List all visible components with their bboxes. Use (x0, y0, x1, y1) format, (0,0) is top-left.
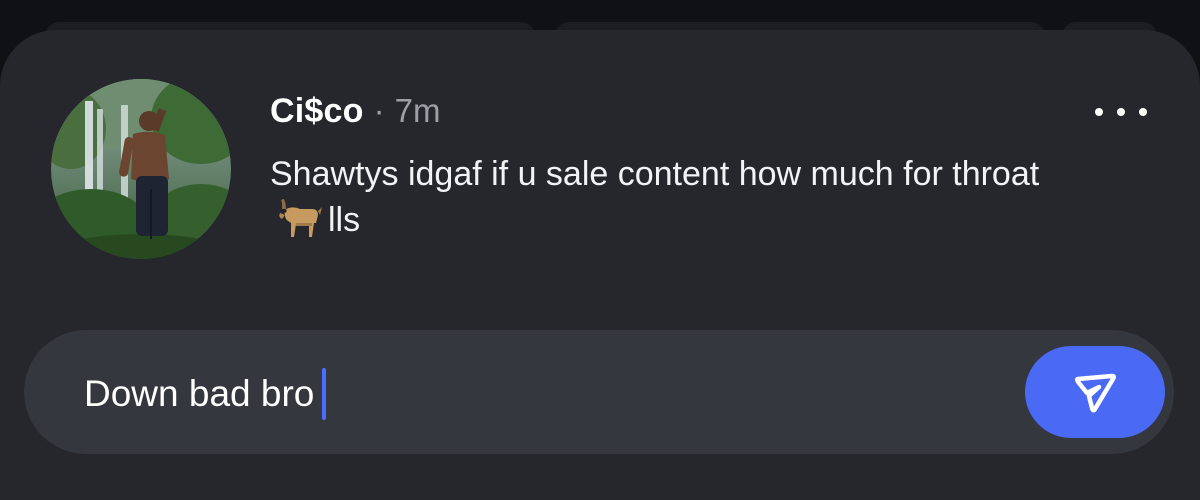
avatar[interactable] (51, 79, 231, 259)
author-name[interactable]: Ci$co (270, 92, 364, 131)
comment-header: Ci$co · 7m (270, 92, 440, 131)
reply-input[interactable]: Down bad bro (84, 368, 326, 420)
more-options-button[interactable] (1095, 100, 1147, 124)
more-horizontal-icon (1095, 108, 1103, 116)
separator-dot: · (374, 92, 385, 130)
reply-input-value: Down bad bro (84, 371, 314, 417)
timestamp: 7m (395, 92, 441, 130)
more-horizontal-icon (1117, 108, 1125, 116)
comment-text-part: Shawtys idgaf if u sale content how much… (270, 155, 1039, 193)
send-icon (1073, 370, 1117, 414)
more-horizontal-icon (1139, 108, 1147, 116)
comment-text: Shawtys idgaf if u sale content how much… (270, 152, 1070, 251)
comment-text-part: lls (328, 201, 360, 239)
text-caret (322, 368, 326, 420)
reply-composer[interactable]: Down bad bro (24, 330, 1174, 454)
send-button[interactable] (1025, 346, 1165, 438)
goat-emoji (276, 197, 322, 251)
